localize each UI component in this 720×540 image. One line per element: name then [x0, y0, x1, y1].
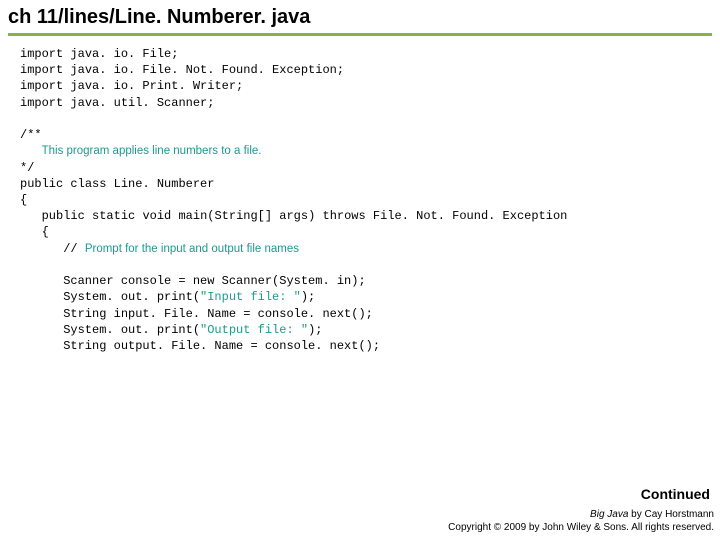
line-scanner-a: Scanner console =: [20, 274, 193, 288]
import-4: java. util. Scanner;: [63, 96, 214, 110]
title-bar: ch 11/lines/Line. Numberer. java: [0, 0, 720, 31]
line-print1-a: System. out. print(: [20, 290, 200, 304]
line-outputname: String output. File. Name = console. nex…: [20, 339, 380, 353]
footer-book-title: Big Java: [590, 509, 628, 520]
string-input-file: "Input file: ": [200, 290, 301, 304]
kw-static: static: [92, 209, 135, 223]
line-print2-a: System. out. print(: [20, 323, 200, 337]
footer: Big Java by Cay Horstmann Copyright © 20…: [448, 509, 714, 534]
kw-import: import: [20, 63, 63, 77]
brace-open-inner: {: [42, 225, 49, 239]
kw-import: import: [20, 47, 63, 61]
code-block: import java. io. File; import java. io. …: [0, 46, 720, 354]
class-name: Line. Numberer: [106, 177, 214, 191]
kw-throws: throws: [323, 209, 366, 223]
javadoc-open: /**: [20, 128, 42, 142]
brace-open: {: [20, 193, 27, 207]
kw-void: void: [142, 209, 171, 223]
line-scanner-b: Scanner(System. in);: [214, 274, 365, 288]
page-title: ch 11/lines/Line. Numberer. java: [8, 6, 310, 28]
string-output-file: "Output file: ": [200, 323, 308, 337]
kw-import: import: [20, 96, 63, 110]
kw-import: import: [20, 79, 63, 93]
footer-author: by Cay Horstmann: [628, 509, 714, 520]
import-1: java. io. File;: [63, 47, 178, 61]
javadoc-close: */: [20, 161, 34, 175]
kw-new: new: [193, 274, 215, 288]
main-sig-b: File. Not. Found. Exception: [366, 209, 568, 223]
main-sig-a: main(String[] args): [171, 209, 322, 223]
line-print1-b: );: [301, 290, 315, 304]
footer-line1: Big Java by Cay Horstmann: [448, 509, 714, 522]
line-print2-b: );: [308, 323, 322, 337]
title-underline: [8, 33, 712, 36]
kw-public: public: [20, 177, 63, 191]
prompt-comment: Prompt for the input and output file nam…: [85, 243, 299, 255]
continued-label: Continued: [641, 486, 710, 502]
kw-class: class: [70, 177, 106, 191]
import-2: java. io. File. Not. Found. Exception;: [63, 63, 344, 77]
comment-slashes: //: [63, 242, 85, 256]
javadoc-body: This program applies line numbers to a f…: [42, 145, 262, 157]
line-inputname: String input. File. Name = console. next…: [20, 307, 373, 321]
footer-copyright: Copyright © 2009 by John Wiley & Sons. A…: [448, 522, 714, 535]
import-3: java. io. Print. Writer;: [63, 79, 243, 93]
kw-public: public: [42, 209, 85, 223]
